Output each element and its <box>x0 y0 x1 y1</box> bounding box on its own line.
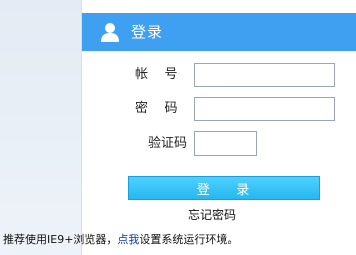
account-input[interactable] <box>194 63 335 87</box>
forgot-password-link[interactable]: 忘记密码 <box>188 208 236 222</box>
login-title: 登录 <box>131 23 164 41</box>
account-label: 帐 号 <box>135 67 178 82</box>
password-label: 密 码 <box>135 101 178 116</box>
browser-setup-link[interactable]: 点我 <box>117 233 139 246</box>
browser-hint-prefix: 推荐使用IE9+浏览器， <box>3 233 118 246</box>
browser-hint: 推荐使用IE9+浏览器，点我设置系统运行环境。 <box>3 233 238 247</box>
left-background-strip <box>0 0 81 255</box>
login-panel: 登录 帐 号 密 码 验证码 登 录 忘记密码 <box>81 0 356 255</box>
password-input[interactable] <box>194 97 335 121</box>
captcha-label: 验证码 <box>148 136 188 151</box>
browser-hint-suffix: 设置系统运行环境。 <box>139 233 239 246</box>
user-icon <box>101 23 119 42</box>
captcha-input[interactable] <box>194 131 257 156</box>
login-panel-header: 登录 <box>82 13 356 51</box>
login-button[interactable]: 登 录 <box>128 176 320 200</box>
